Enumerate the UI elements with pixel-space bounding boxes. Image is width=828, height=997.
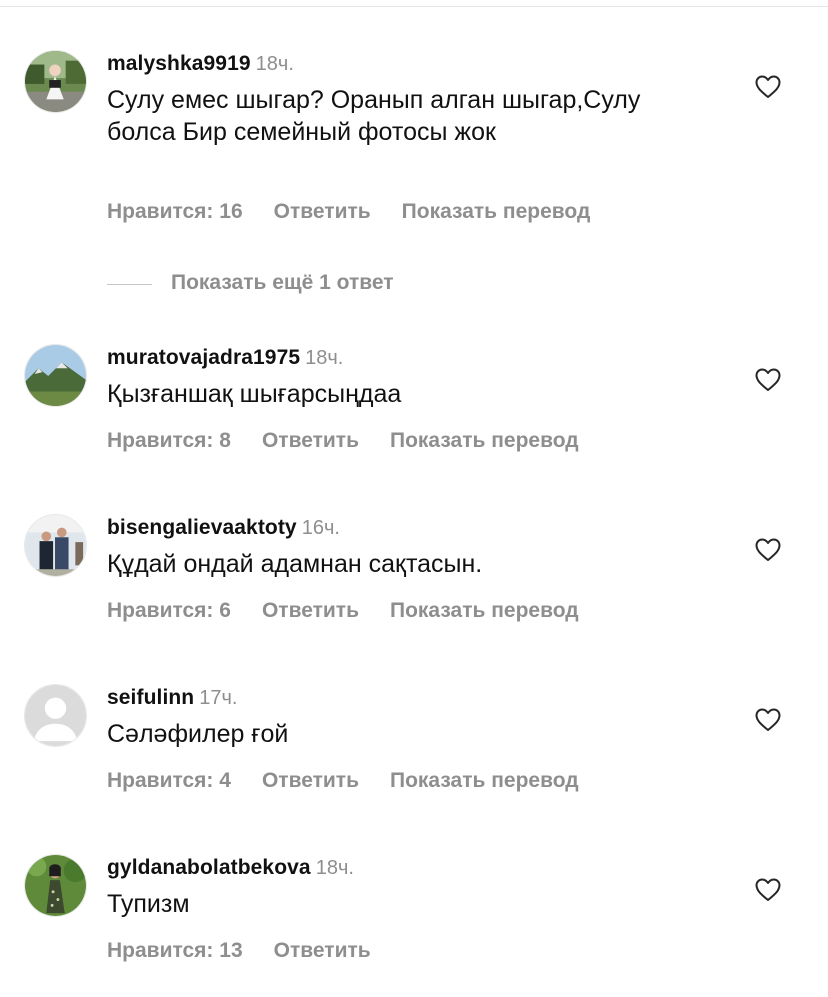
heart-icon[interactable] [755, 878, 781, 902]
show-translation-button[interactable]: Показать перевод [402, 200, 591, 224]
avatar[interactable] [24, 344, 87, 407]
likes-count[interactable]: Нравится: 16 [107, 200, 243, 224]
comment-meta: seifulinn 17ч. [107, 686, 237, 710]
replies-divider [107, 284, 152, 285]
top-divider [0, 6, 828, 7]
timestamp: 16ч. [301, 517, 340, 539]
comment-meta: gyldanabolatbekova 18ч. [107, 856, 354, 880]
reply-button[interactable]: Ответить [262, 599, 359, 623]
heart-icon[interactable] [755, 538, 781, 562]
reply-button[interactable]: Ответить [274, 939, 371, 963]
comment-text: Құдай ондай адамнан сақтасын. [107, 550, 483, 578]
username[interactable]: muratovajadra1975 [107, 346, 300, 369]
timestamp: 18ч. [255, 53, 294, 75]
username[interactable]: malyshka9919 [107, 52, 251, 75]
comment-actions: Нравится: 4 Ответить Показать перевод [107, 769, 610, 793]
show-translation-button[interactable]: Показать перевод [390, 769, 579, 793]
heart-icon[interactable] [755, 368, 781, 392]
comment-meta: malyshka9919 18ч. [107, 52, 294, 76]
likes-count[interactable]: Нравится: 6 [107, 599, 231, 623]
avatar[interactable] [24, 514, 87, 577]
comment-meta: muratovajadra1975 18ч. [107, 346, 343, 370]
comment-actions: Нравится: 6 Ответить Показать перевод [107, 599, 610, 623]
comment-actions: Нравится: 8 Ответить Показать перевод [107, 429, 610, 453]
comment-meta: bisengalievaaktoty 16ч. [107, 516, 340, 540]
heart-icon[interactable] [755, 75, 781, 99]
comment-text: Сулу емес шыгар? Оранып алган шыгар,Сулу… [107, 86, 641, 146]
show-translation-button[interactable]: Показать перевод [390, 429, 579, 453]
avatar[interactable] [24, 50, 87, 113]
reply-button[interactable]: Ответить [262, 429, 359, 453]
likes-count[interactable]: Нравится: 8 [107, 429, 231, 453]
likes-count[interactable]: Нравится: 13 [107, 939, 243, 963]
reply-button[interactable]: Ответить [274, 200, 371, 224]
heart-icon[interactable] [755, 708, 781, 732]
username[interactable]: gyldanabolatbekova [107, 856, 311, 879]
show-more-replies-label[interactable]: Показать ещё 1 ответ [171, 271, 394, 295]
likes-count[interactable]: Нравится: 4 [107, 769, 231, 793]
username[interactable]: bisengalievaaktoty [107, 516, 297, 539]
username[interactable]: seifulinn [107, 686, 194, 709]
default-avatar-icon[interactable] [24, 684, 87, 747]
comment-actions: Нравится: 16 Ответить Показать перевод [107, 200, 621, 224]
reply-button[interactable]: Ответить [262, 769, 359, 793]
timestamp: 18ч. [315, 857, 354, 879]
show-translation-button[interactable]: Показать перевод [390, 599, 579, 623]
timestamp: 18ч. [305, 347, 344, 369]
comment-text: Сәләфилер ғой [107, 720, 289, 748]
comment-text: Қызғаншақ шығарсыңдаа [107, 380, 402, 408]
avatar[interactable] [24, 854, 87, 917]
comment-text: Тупизм [107, 890, 190, 918]
timestamp: 17ч. [199, 687, 238, 709]
comment-actions: Нравится: 13 Ответить [107, 939, 402, 963]
